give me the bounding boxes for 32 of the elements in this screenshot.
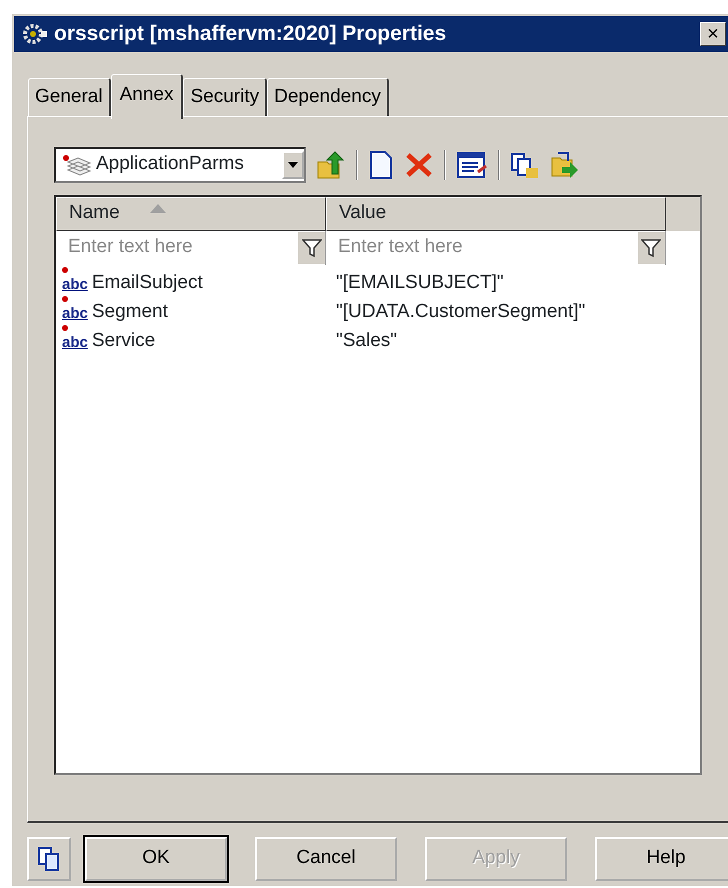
table-cell-text: "[UDATA.CustomerSegment]" — [335, 300, 586, 324]
filter-icon[interactable] — [638, 232, 665, 264]
window-title: orsscript [mshaffervm:2020] Properties — [54, 21, 446, 48]
dialog-button[interactable]: Cancel — [255, 836, 397, 880]
table-cell-text: EmailSubject — [92, 270, 203, 295]
sort-arrow-icon — [150, 204, 166, 213]
stack-icon — [62, 154, 92, 176]
dialog-button[interactable]: OK — [85, 836, 227, 880]
tab[interactable]: Annex — [110, 74, 184, 118]
tab[interactable]: Dependency — [267, 78, 389, 116]
tab[interactable]: General — [28, 78, 111, 116]
tab[interactable]: Security — [183, 78, 268, 116]
caret-icon — [288, 162, 298, 168]
folder-export-icon[interactable] — [550, 150, 580, 180]
table-cell-text: Segment — [92, 300, 168, 324]
dialog-button[interactable]: Help — [595, 836, 728, 880]
table-cell-text: "[EMAILSUBJECT]" — [335, 270, 504, 295]
form-icon[interactable] — [456, 150, 488, 180]
column-header[interactable]: Value — [326, 196, 666, 230]
folder-arrow-icon[interactable] — [316, 150, 346, 180]
table-cell-text: "Sales" — [335, 328, 398, 353]
dropdown-arrow-button[interactable] — [282, 150, 304, 178]
section-dropdown[interactable]: ApplicationParms — [54, 146, 306, 182]
table-cell-text: Service — [92, 328, 156, 353]
gear-icon — [22, 22, 48, 46]
copy-pages-button[interactable] — [27, 836, 71, 880]
close-button[interactable]: × — [700, 22, 726, 46]
document-icon[interactable] — [368, 150, 394, 180]
filter-icon[interactable] — [298, 232, 325, 264]
pages-icon — [37, 846, 61, 872]
dropdown-value: ApplicationParms — [96, 152, 244, 176]
column-header[interactable]: Name — [56, 196, 326, 230]
